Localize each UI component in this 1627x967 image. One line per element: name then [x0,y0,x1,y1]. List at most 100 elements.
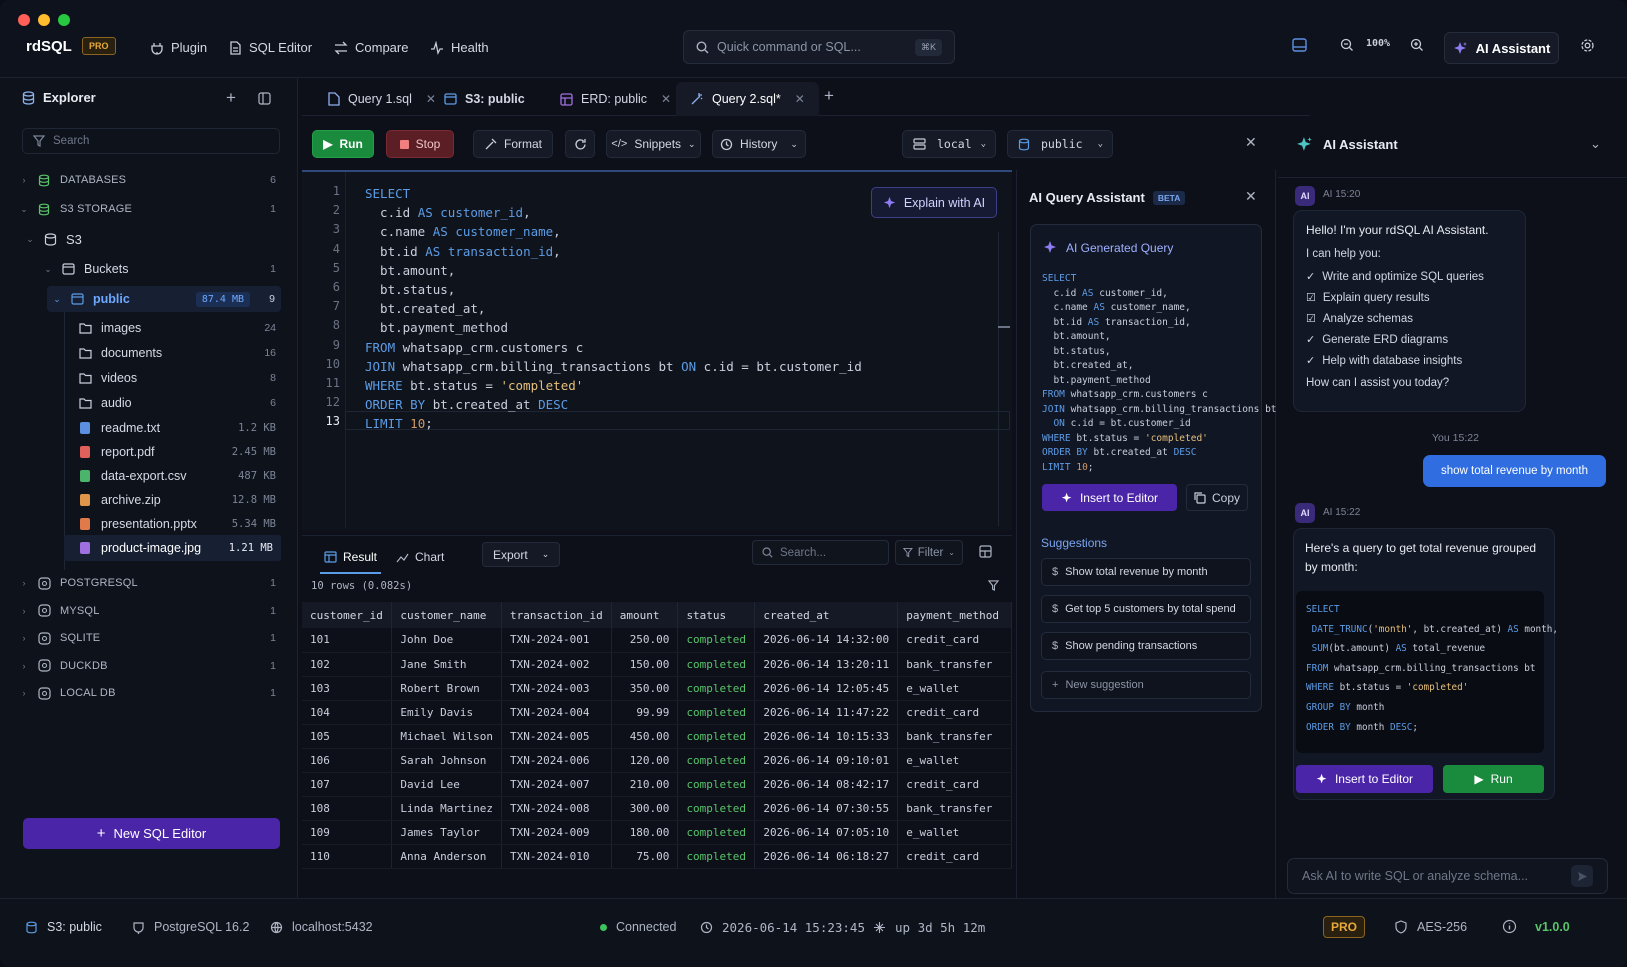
table-cell[interactable]: bank_transfer [897,724,1012,749]
explain-with-ai-button[interactable]: Explain with AI [871,187,997,218]
table-cell[interactable]: 103 [302,676,393,701]
new-suggestion-button[interactable]: + New suggestion [1041,671,1251,699]
status-connection[interactable]: S3: public [25,920,102,934]
table-cell[interactable]: Robert Brown [391,676,503,701]
table-cell[interactable]: 99.99 [611,700,679,725]
table-row[interactable]: 110 Anna Anderson TXN-2024-010 75.00 complet… [302,844,1012,869]
insert-to-editor-button[interactable]: Insert to Editor [1042,484,1177,511]
explorer-search-input[interactable]: Search [22,128,280,154]
tab-result[interactable]: Result [320,542,382,574]
close-panel-button[interactable]: ✕ [1245,134,1257,151]
table-cell[interactable]: 120.00 [611,748,679,773]
copy-button[interactable]: Copy [1186,484,1248,511]
table-cell[interactable]: 108 [302,796,393,821]
table-cell[interactable]: bank_transfer [897,652,1012,677]
suggestion-item[interactable]: $ Get top 5 customers by total spend [1041,595,1251,623]
tree-buckets[interactable]: ⌄ Buckets 1 [0,256,298,282]
history-dropdown[interactable]: History ⌄ [712,130,806,158]
table-cell[interactable]: 2026-06-14 10:15:33 [754,724,899,749]
table-cell[interactable]: completed [677,796,756,821]
table-cell[interactable]: 2026-06-14 08:42:17 [754,772,899,797]
nav-compare[interactable]: Compare [334,40,408,55]
tree-file[interactable]: readme.txt 1.2 KB [0,415,298,441]
ai-assistant-button[interactable]: AI Assistant [1444,32,1559,64]
schema-select[interactable]: public ⌄ [1007,130,1113,158]
tree-file[interactable]: archive.zip 12.8 MB [0,487,298,513]
table-cell[interactable]: 2026-06-14 14:32:00 [754,628,899,653]
table-cell[interactable]: TXN-2024-002 [501,652,612,677]
close-icon[interactable]: ✕ [795,92,805,106]
sql-code[interactable]: SELECT c.id AS customer_id, c.name AS cu… [365,184,862,434]
table-cell[interactable]: 101 [302,628,393,653]
table-cell[interactable]: completed [677,772,756,797]
table-cell[interactable]: 109 [302,820,393,845]
column-header[interactable]: created_at [754,602,899,628]
tree-file[interactable]: report.pdf 2.45 MB [0,439,298,465]
table-cell[interactable]: TXN-2024-003 [501,676,612,701]
column-header[interactable]: customer_name [391,602,503,628]
table-cell[interactable]: TXN-2024-007 [501,772,612,797]
maximize-window-button[interactable] [58,14,70,26]
column-header[interactable]: transaction_id [501,602,612,628]
tree-folder[interactable]: videos 8 [0,365,298,391]
table-cell[interactable]: TXN-2024-001 [501,628,612,653]
tree-file[interactable]: product-image.jpg 1.21 MB [64,535,281,561]
table-row[interactable]: 104 Emily Davis TXN-2024-004 99.99 completed… [302,700,1012,725]
table-cell[interactable]: Sarah Johnson [391,748,503,773]
table-cell[interactable]: 110 [302,844,393,869]
generated-sql-code[interactable]: SELECT c.id AS customer_id, c.name AS cu… [1042,272,1277,475]
send-button[interactable] [1571,865,1593,887]
filter-button[interactable]: Filter ⌄ [895,540,963,565]
table-row[interactable]: 103 Robert Brown TXN-2024-003 350.00 complet… [302,676,1012,701]
table-cell[interactable]: 107 [302,772,393,797]
table-cell[interactable]: Emily Davis [391,700,503,725]
table-cell[interactable]: credit_card [897,844,1012,869]
tree-engine[interactable]: › MYSQL 1 [0,598,298,624]
table-cell[interactable]: 2026-06-14 11:47:22 [754,700,899,725]
tab-query-2[interactable]: Query 2.sql* ✕ [676,82,819,116]
tree-folder[interactable]: images 24 [0,315,298,341]
table-cell[interactable]: 350.00 [611,676,679,701]
info-button[interactable] [1502,919,1517,937]
table-row[interactable]: 107 David Lee TXN-2024-007 210.00 completed 2… [302,772,1012,797]
table-cell[interactable]: 2026-06-14 09:10:01 [754,748,899,773]
tab-erd-public[interactable]: ERD: public ✕ [546,82,685,116]
new-sql-editor-button[interactable]: + New SQL Editor [23,818,280,849]
table-cell[interactable]: James Taylor [391,820,503,845]
table-cell[interactable]: John Doe [391,628,503,653]
column-header[interactable]: customer_id [302,602,393,628]
table-row[interactable]: 101 John Doe TXN-2024-001 250.00 completed 20… [302,628,1012,653]
suggestion-item[interactable]: $ Show total revenue by month [1041,558,1251,586]
table-row[interactable]: 109 James Taylor TXN-2024-009 180.00 complet… [302,820,1012,845]
table-cell[interactable]: completed [677,676,756,701]
table-cell[interactable]: 210.00 [611,772,679,797]
column-header[interactable]: payment_method [897,602,1012,628]
snippets-dropdown[interactable]: </> Snippets ⌄ [606,130,701,158]
table-cell[interactable]: 2026-06-14 12:05:45 [754,676,899,701]
layout-toggle-button[interactable] [1290,36,1308,54]
table-cell[interactable]: completed [677,820,756,845]
table-cell[interactable]: TXN-2024-010 [501,844,612,869]
chat-insert-to-editor-button[interactable]: Insert to Editor [1296,765,1433,793]
stop-button[interactable]: Stop [386,130,454,158]
table-cell[interactable]: Michael Wilson [391,724,503,749]
table-cell[interactable]: completed [677,844,756,869]
nav-health[interactable]: Health [430,40,489,55]
add-connection-button[interactable]: + [226,88,236,108]
new-tab-button[interactable]: + [824,86,834,106]
table-cell[interactable]: TXN-2024-008 [501,796,612,821]
tree-folder[interactable]: audio 6 [0,390,298,416]
table-row[interactable]: 102 Jane Smith TXN-2024-002 150.00 completed… [302,652,1012,677]
tree-folder[interactable]: documents 16 [0,340,298,366]
table-cell[interactable]: Anna Anderson [391,844,503,869]
ai-reply-sql-code[interactable]: SELECT DATE_TRUNC('month', bt.created_at… [1306,600,1558,737]
tree-engine[interactable]: › LOCAL DB 1 [0,680,298,706]
table-cell[interactable]: 180.00 [611,820,679,845]
chat-run-button[interactable]: ▶ Run [1443,765,1544,793]
table-cell[interactable]: credit_card [897,628,1012,653]
tab-chart[interactable]: Chart [396,550,444,564]
table-cell[interactable]: completed [677,748,756,773]
table-cell[interactable]: completed [677,724,756,749]
table-cell[interactable]: completed [677,628,756,653]
table-cell[interactable]: 250.00 [611,628,679,653]
